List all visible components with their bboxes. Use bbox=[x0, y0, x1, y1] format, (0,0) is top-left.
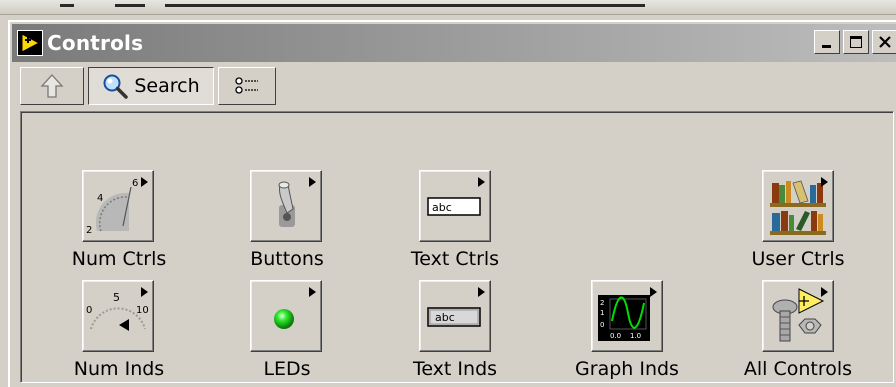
controls-palette-window: Controls Search 2 4 6 Num Ctrls Buttons … bbox=[8, 20, 896, 387]
svg-text:0: 0 bbox=[600, 321, 604, 329]
svg-text:6: 6 bbox=[132, 178, 138, 189]
svg-text:abc: abc bbox=[432, 201, 452, 214]
svg-text:1: 1 bbox=[600, 309, 604, 317]
palette-content: 2 4 6 Num Ctrls Buttons abc Text Ctrls U… bbox=[20, 111, 894, 383]
svg-text:0: 0 bbox=[86, 305, 92, 316]
submenu-arrow-icon bbox=[309, 287, 316, 297]
minimize-icon bbox=[822, 45, 831, 48]
buttons-tile[interactable] bbox=[250, 170, 322, 242]
up-arrow-icon bbox=[40, 74, 64, 98]
maximize-icon bbox=[850, 36, 862, 48]
palette-toolbar: Search bbox=[20, 67, 282, 107]
num-ctrls-label: Num Ctrls bbox=[71, 248, 167, 270]
svg-text:abc: abc bbox=[435, 311, 455, 324]
submenu-arrow-icon bbox=[309, 177, 316, 187]
num-inds-tile[interactable]: 0 5 10 bbox=[82, 280, 154, 352]
text-inds-tile[interactable]: abc bbox=[419, 280, 491, 352]
submenu-arrow-icon bbox=[478, 287, 485, 297]
graph-inds-tile[interactable]: 2 1 0 0.0 1.0 bbox=[591, 280, 663, 352]
num-ctrls-tile[interactable]: 2 4 6 bbox=[82, 170, 154, 242]
svg-text:5: 5 bbox=[113, 291, 120, 304]
leds-label: LEDs bbox=[263, 358, 311, 380]
view-options-button[interactable] bbox=[218, 67, 276, 105]
maximize-button[interactable] bbox=[843, 30, 869, 54]
text-ctrls-label: Text Ctrls bbox=[410, 248, 500, 270]
svg-text:2: 2 bbox=[86, 225, 92, 236]
submenu-arrow-icon bbox=[478, 177, 485, 187]
num-inds-label: Num Inds bbox=[73, 358, 165, 380]
search-button[interactable]: Search bbox=[88, 67, 214, 105]
text-ctrls-tile[interactable]: abc bbox=[419, 170, 491, 242]
buttons-label: Buttons bbox=[250, 248, 324, 270]
close-button[interactable] bbox=[872, 30, 896, 54]
svg-text:0.0: 0.0 bbox=[610, 332, 621, 340]
all-controls-label: All Controls bbox=[743, 358, 853, 380]
window-title: Controls bbox=[47, 31, 144, 55]
list-view-icon bbox=[235, 77, 258, 94]
graph-inds-label: Graph Inds bbox=[575, 358, 679, 380]
submenu-arrow-icon bbox=[141, 287, 148, 297]
background-window-strip bbox=[0, 0, 896, 15]
submenu-arrow-icon bbox=[821, 177, 828, 187]
submenu-arrow-icon bbox=[650, 287, 657, 297]
leds-tile[interactable] bbox=[250, 280, 322, 352]
svg-text:4: 4 bbox=[97, 193, 103, 204]
labview-app-icon bbox=[17, 30, 43, 56]
title-bar[interactable]: Controls bbox=[12, 24, 896, 62]
user-ctrls-tile[interactable] bbox=[762, 170, 834, 242]
search-button-label: Search bbox=[134, 75, 200, 97]
all-controls-tile[interactable] bbox=[762, 280, 834, 352]
svg-text:10: 10 bbox=[136, 305, 149, 316]
svg-text:2: 2 bbox=[600, 299, 604, 307]
text-inds-label: Text Inds bbox=[412, 358, 498, 380]
user-ctrls-label: User Ctrls bbox=[751, 248, 845, 270]
minimize-button[interactable] bbox=[814, 30, 840, 54]
close-icon bbox=[879, 36, 891, 48]
submenu-arrow-icon bbox=[141, 177, 148, 187]
submenu-arrow-icon bbox=[821, 287, 828, 297]
svg-text:1.0: 1.0 bbox=[630, 332, 641, 340]
up-button[interactable] bbox=[20, 67, 84, 105]
search-icon bbox=[103, 74, 129, 99]
